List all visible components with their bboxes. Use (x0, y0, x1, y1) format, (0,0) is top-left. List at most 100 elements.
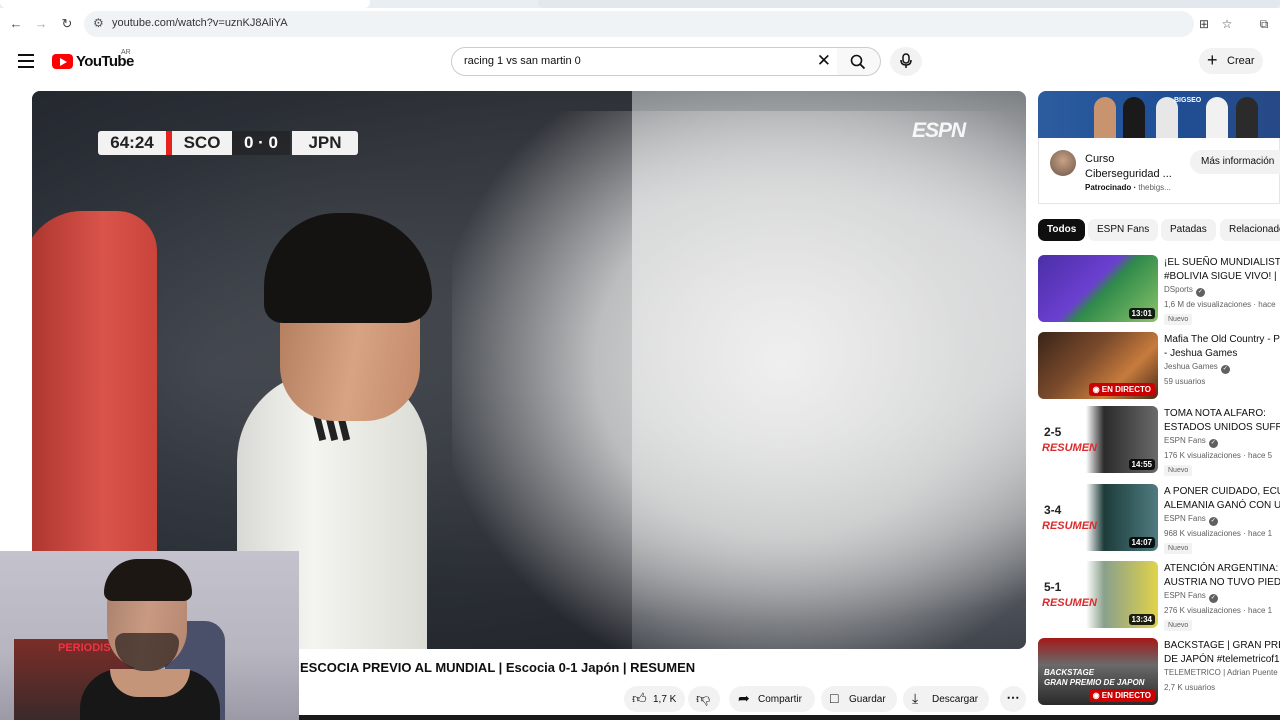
like-count: 1,7 K (653, 694, 677, 705)
more-actions-icon[interactable]: ⋯ (1000, 686, 1026, 712)
dislike-button[interactable]: 👎︎ (688, 686, 720, 712)
video-title[interactable]: A PONER CUIDADO, ECUA ALEMANIA GANÓ CON … (1164, 485, 1280, 513)
video-duration: 13:34 (1128, 614, 1155, 625)
share-button[interactable]: ➦ Compartir (729, 686, 815, 712)
channel-name[interactable]: ESPN Fans ✓ (1164, 436, 1218, 448)
recommended-video[interactable]: 3-4 RESUMEN 14:07 A PONER CUIDADO, ECUA ALE… (1038, 484, 1280, 554)
live-badge: ◉ EN DIRECTO (1088, 383, 1155, 396)
ad-banner-person (1094, 97, 1116, 138)
channel-name[interactable]: ESPN Fans ✓ (1164, 514, 1218, 526)
chip-patadas[interactable]: Patadas (1161, 219, 1216, 241)
poster-text: PERIODIS (58, 642, 111, 654)
chip-espn-fans[interactable]: ESPN Fans (1088, 219, 1159, 241)
verified-check-icon: ✓ (1208, 517, 1218, 526)
share-icon: ➦ (738, 690, 750, 706)
video-frame-motion-blur (452, 111, 1026, 649)
channel-label: Jeshua Games (1164, 362, 1218, 371)
thumbs-down-icon: 👎︎ (696, 690, 711, 706)
thumbnail-label: RESUMEN (1042, 520, 1098, 532)
channel-name[interactable]: Jeshua Games ✓ (1164, 362, 1230, 374)
recommended-video[interactable]: BACKSTAGE GRAN PREMIO DE JAPON ◉ EN DIREC… (1038, 638, 1280, 708)
recommended-video[interactable]: 5-1 RESUMEN 13:34 ATENCIÓN ARGENTINA: AUSTR… (1038, 561, 1280, 631)
verified-check-icon: ✓ (1195, 288, 1205, 297)
ad-more-info-button[interactable]: Más información (1190, 150, 1280, 174)
video-thumbnail[interactable]: 13:01 (1038, 255, 1158, 322)
chip-relacionado[interactable]: Relacionado (1220, 219, 1280, 241)
url-text: youtube.com/watch?v=uznKJ8AliYA (112, 17, 288, 29)
create-label: Crear (1227, 55, 1255, 67)
search-icon (850, 54, 866, 70)
install-app-icon[interactable]: ⊞ (1196, 16, 1212, 32)
search-button[interactable] (837, 47, 881, 76)
channel-label: DSports (1164, 285, 1193, 294)
plus-icon: + (1207, 50, 1218, 70)
create-button[interactable]: + Crear (1199, 48, 1263, 74)
address-bar[interactable]: ⚙ youtube.com/watch?v=uznKJ8AliYA (84, 11, 1194, 37)
bookmark-star-icon[interactable]: ☆ (1219, 16, 1235, 32)
reload-icon[interactable]: ↻ (59, 16, 75, 32)
channel-name[interactable]: ESPN Fans ✓ (1164, 591, 1218, 603)
video-metadata: 968 K visualizaciones · hace 1 (1164, 529, 1273, 538)
video-thumbnail[interactable]: BACKSTAGE GRAN PREMIO DE JAPON ◉ EN DIREC… (1038, 638, 1158, 705)
youtube-header: YouTube AR racing 1 vs san martin 0 ✕ + … (0, 40, 1280, 84)
browser-tab[interactable] (538, 0, 1280, 8)
channel-label: ESPN Fans (1164, 436, 1206, 445)
country-code: AR (121, 49, 131, 56)
hamburger-menu-icon[interactable] (18, 54, 34, 68)
new-badge: Nuevo (1164, 314, 1193, 325)
extensions-icon[interactable]: ⧉ (1256, 16, 1272, 32)
like-button[interactable]: 👍︎ 1,7 K (624, 686, 685, 712)
video-thumbnail[interactable]: 5-1 RESUMEN 13:34 (1038, 561, 1158, 628)
browser-tab-strip (0, 0, 1280, 8)
new-badge: Nuevo (1164, 620, 1193, 631)
channel-label: TELEMETRICO | Adrian Puente (1164, 668, 1278, 677)
channel-name[interactable]: DSports ✓ (1164, 285, 1205, 297)
video-metadata: 1,6 M de visualizaciones · hace (1164, 300, 1276, 309)
back-icon[interactable]: ← (8, 16, 24, 32)
video-thumbnail[interactable]: 3-4 RESUMEN 14:07 (1038, 484, 1158, 551)
clear-search-icon[interactable]: ✕ (817, 52, 831, 70)
video-title[interactable]: Mafia The Old Country - P - Jeshua Games (1164, 333, 1280, 361)
download-button[interactable]: ⤓ Descargar (903, 686, 989, 712)
save-button[interactable]: □ Guardar (821, 686, 897, 712)
webcam-overlay: PERIODIS (0, 551, 299, 720)
bookmark-icon: □ (830, 690, 839, 706)
video-metadata: 2,7 K usuarios (1164, 683, 1216, 692)
recommended-video[interactable]: 13:01 ¡EL SUEÑO MUNDIALISTA #BOLIVIA SIGU… (1038, 255, 1280, 325)
new-badge: Nuevo (1164, 543, 1193, 554)
ad-card[interactable]: Curso Ciberseguridad ... Patrocinado · t… (1038, 138, 1280, 204)
browser-tab-active[interactable] (0, 0, 370, 8)
video-duration: 14:55 (1128, 459, 1155, 470)
forward-icon[interactable]: → (33, 16, 49, 32)
video-thumbnail[interactable]: 2-5 RESUMEN 14:55 (1038, 406, 1158, 473)
youtube-logo[interactable]: YouTube AR (52, 49, 134, 73)
match-clock: 64:24 (98, 131, 166, 155)
channel-label: ESPN Fans (1164, 514, 1206, 523)
home-team: SCO (172, 131, 232, 155)
microphone-icon (900, 53, 912, 68)
thumbnail-label: RESUMEN (1042, 597, 1098, 609)
download-label: Descargar (932, 694, 979, 705)
video-title[interactable]: ¡EL SUEÑO MUNDIALISTA #BOLIVIA SIGUE VIV… (1164, 256, 1280, 284)
channel-name[interactable]: TELEMETRICO | Adrian Puente✓ (1164, 668, 1280, 680)
voice-search-button[interactable] (890, 47, 922, 76)
recommended-video[interactable]: 2-5 RESUMEN 14:55 TOMA NOTA ALFARO: ESTADOS… (1038, 406, 1280, 476)
video-thumbnail[interactable]: ◉ EN DIRECTO (1038, 332, 1158, 399)
video-title[interactable]: BACKSTAGE | GRAN PREM DE JAPÓN #telemetr… (1164, 639, 1280, 667)
network-logo: ESPN (912, 119, 966, 142)
video-title[interactable]: ATENCIÓN ARGENTINA: AUSTRIA NO TUVO PIED… (1164, 562, 1280, 590)
search-input[interactable]: racing 1 vs san martin 0 ✕ (451, 47, 840, 76)
chip-todos[interactable]: Todos (1038, 219, 1086, 241)
ad-banner-image[interactable]: BIGSEO (1038, 91, 1280, 138)
thumbnail-score: 5-1 (1042, 579, 1064, 595)
recommended-video[interactable]: ◉ EN DIRECTO Mafia The Old Country - P - … (1038, 332, 1280, 402)
browser-toolbar: ← → ↻ ⚙ youtube.com/watch?v=uznKJ8AliYA … (0, 8, 1280, 40)
video-duration: 13:01 (1128, 308, 1155, 319)
away-team: JPN (292, 131, 358, 155)
save-label: Guardar (849, 694, 886, 705)
video-title[interactable]: TOMA NOTA ALFARO: ESTADOS UNIDOS SUFRIÓ (1164, 407, 1280, 435)
match-score: 0 · 0 (232, 131, 290, 155)
site-settings-icon[interactable]: ⚙ (93, 16, 104, 30)
video-metadata: 176 K visualizaciones · hace 5 (1164, 451, 1273, 460)
search-query: racing 1 vs san martin 0 (464, 55, 581, 67)
